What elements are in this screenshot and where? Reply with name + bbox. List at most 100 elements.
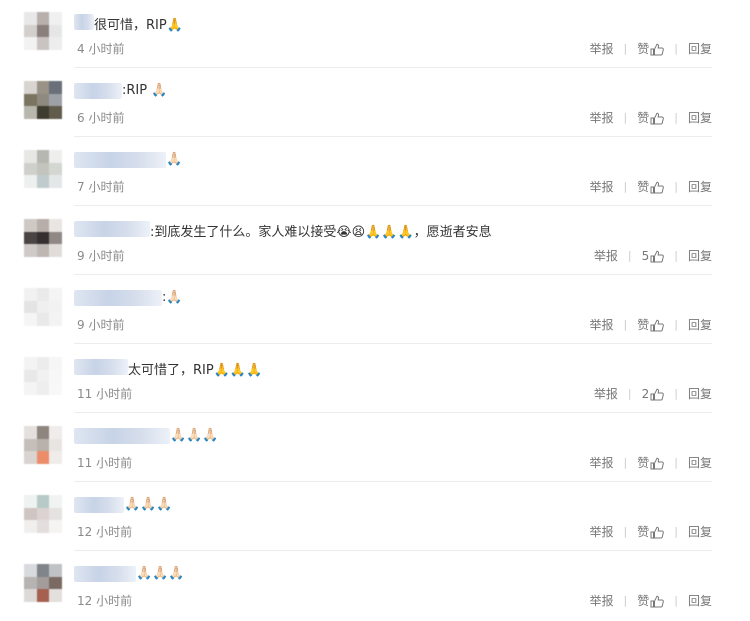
comment-actions: 举报 | 赞 | 回复 xyxy=(590,316,712,333)
avatar[interactable] xyxy=(24,564,62,602)
comment-divider xyxy=(74,205,712,206)
report-button[interactable]: 举报 xyxy=(594,247,618,264)
report-button[interactable]: 举报 xyxy=(590,316,614,333)
like-button[interactable]: 5 xyxy=(642,249,665,263)
report-button[interactable]: 举报 xyxy=(590,592,614,609)
thumbs-up-icon xyxy=(649,42,665,56)
comment-divider xyxy=(74,481,712,482)
comment-text: :🙏🏻 xyxy=(162,290,183,305)
like-button[interactable]: 赞 xyxy=(637,178,665,195)
avatar[interactable] xyxy=(24,81,62,119)
username-redacted[interactable] xyxy=(74,290,162,306)
report-button[interactable]: 举报 xyxy=(590,40,614,57)
comment-text: :到底发生了什么。家人难以接受😭😫🙏🙏🙏，愿逝者安息 xyxy=(150,225,492,240)
comment-text: 🙏🏻🙏🏻🙏🏻 xyxy=(124,497,173,512)
username-redacted[interactable] xyxy=(74,359,128,375)
reply-button[interactable]: 回复 xyxy=(688,523,712,540)
comment-actions: 举报 | 2 | 回复 xyxy=(594,385,712,402)
comment-text: 太可惜了，RIP🙏🙏🙏 xyxy=(128,363,263,378)
comment-text: 🙏🏻 xyxy=(166,152,183,167)
avatar[interactable] xyxy=(24,495,62,533)
reply-button[interactable]: 回复 xyxy=(688,454,712,471)
username-redacted[interactable] xyxy=(74,428,170,444)
username-redacted[interactable] xyxy=(74,497,124,513)
thumbs-up-icon xyxy=(649,387,665,401)
thumbs-up-icon xyxy=(649,525,665,539)
comment-text: 🙏🏻🙏🏻🙏🏻 xyxy=(136,566,185,581)
comment-actions: 举报 | 赞 | 回复 xyxy=(590,40,712,57)
avatar[interactable] xyxy=(24,150,62,188)
like-button[interactable]: 赞 xyxy=(637,592,665,609)
like-button[interactable]: 赞 xyxy=(637,109,665,126)
reply-button[interactable]: 回复 xyxy=(688,592,712,609)
action-separator: | xyxy=(674,525,678,538)
comment-time: 7 小时前 xyxy=(77,180,125,194)
action-separator: | xyxy=(623,42,628,55)
report-button[interactable]: 举报 xyxy=(590,523,614,540)
comment-divider xyxy=(74,67,712,68)
comment-actions: 举报 | 赞 | 回复 xyxy=(590,592,712,609)
comment-actions: 举报 | 赞 | 回复 xyxy=(590,454,712,471)
comment-time: 12 小时前 xyxy=(77,594,133,608)
comment-item: 很可惜，RIP🙏 4 小时前 举报 | 赞 | 回复 xyxy=(0,0,750,69)
comment-time: 6 小时前 xyxy=(77,111,125,125)
comment-time: 11 小时前 xyxy=(77,456,133,470)
comment-item: :到底发生了什么。家人难以接受😭😫🙏🙏🙏，愿逝者安息 9 小时前 举报 | 5 | 回复 xyxy=(0,207,750,276)
comment-text: :RIP 🙏🏻 xyxy=(122,83,168,98)
reply-button[interactable]: 回复 xyxy=(688,109,712,126)
action-separator: | xyxy=(674,387,678,400)
like-button[interactable]: 赞 xyxy=(637,523,665,540)
username-redacted[interactable] xyxy=(74,83,122,99)
comment-time: 11 小时前 xyxy=(77,387,133,401)
comment-divider xyxy=(74,274,712,275)
comment-time: 9 小时前 xyxy=(77,318,125,332)
report-button[interactable]: 举报 xyxy=(590,109,614,126)
comment-actions: 举报 | 5 | 回复 xyxy=(594,247,712,264)
comment-text: 很可惜，RIP🙏 xyxy=(94,18,183,33)
avatar[interactable] xyxy=(24,357,62,395)
action-separator: | xyxy=(623,318,628,331)
action-separator: | xyxy=(623,111,628,124)
like-count: 赞 xyxy=(637,594,650,608)
comment-time: 12 小时前 xyxy=(77,525,133,539)
reply-button[interactable]: 回复 xyxy=(688,40,712,57)
comment-item: 🙏🏻🙏🏻🙏🏻 12 小时前 举报 | 赞 | 回复 xyxy=(0,552,750,621)
reply-button[interactable]: 回复 xyxy=(688,178,712,195)
comment-actions: 举报 | 赞 | 回复 xyxy=(590,109,712,126)
like-count: 赞 xyxy=(637,111,650,125)
comment-actions: 举报 | 赞 | 回复 xyxy=(590,178,712,195)
username-redacted[interactable] xyxy=(74,566,136,582)
reply-button[interactable]: 回复 xyxy=(688,385,712,402)
avatar[interactable] xyxy=(24,288,62,326)
report-button[interactable]: 举报 xyxy=(590,454,614,471)
reply-button[interactable]: 回复 xyxy=(688,247,712,264)
like-count: 赞 xyxy=(637,456,650,470)
action-separator: | xyxy=(674,111,678,124)
comment-divider xyxy=(74,412,712,413)
report-button[interactable]: 举报 xyxy=(594,385,618,402)
report-button[interactable]: 举报 xyxy=(590,178,614,195)
username-redacted[interactable] xyxy=(74,152,166,168)
thumbs-up-icon xyxy=(649,111,665,125)
like-button[interactable]: 2 xyxy=(642,387,665,401)
avatar[interactable] xyxy=(24,219,62,257)
comment-item: :🙏🏻 9 小时前 举报 | 赞 | 回复 xyxy=(0,276,750,345)
like-button[interactable]: 赞 xyxy=(637,454,665,471)
comment-divider xyxy=(74,343,712,344)
avatar[interactable] xyxy=(24,12,62,50)
username-redacted[interactable] xyxy=(74,221,150,237)
action-separator: | xyxy=(674,456,678,469)
action-separator: | xyxy=(623,180,628,193)
like-button[interactable]: 赞 xyxy=(637,40,665,57)
username-redacted[interactable] xyxy=(74,14,94,30)
like-count: 赞 xyxy=(637,42,650,56)
like-count: 赞 xyxy=(637,180,650,194)
action-separator: | xyxy=(674,249,678,262)
like-button[interactable]: 赞 xyxy=(637,316,665,333)
avatar[interactable] xyxy=(24,426,62,464)
reply-button[interactable]: 回复 xyxy=(688,316,712,333)
comment-item: 太可惜了，RIP🙏🙏🙏 11 小时前 举报 | 2 | 回复 xyxy=(0,345,750,414)
action-separator: | xyxy=(674,42,678,55)
like-count: 赞 xyxy=(637,525,650,539)
comment-divider xyxy=(74,136,712,137)
